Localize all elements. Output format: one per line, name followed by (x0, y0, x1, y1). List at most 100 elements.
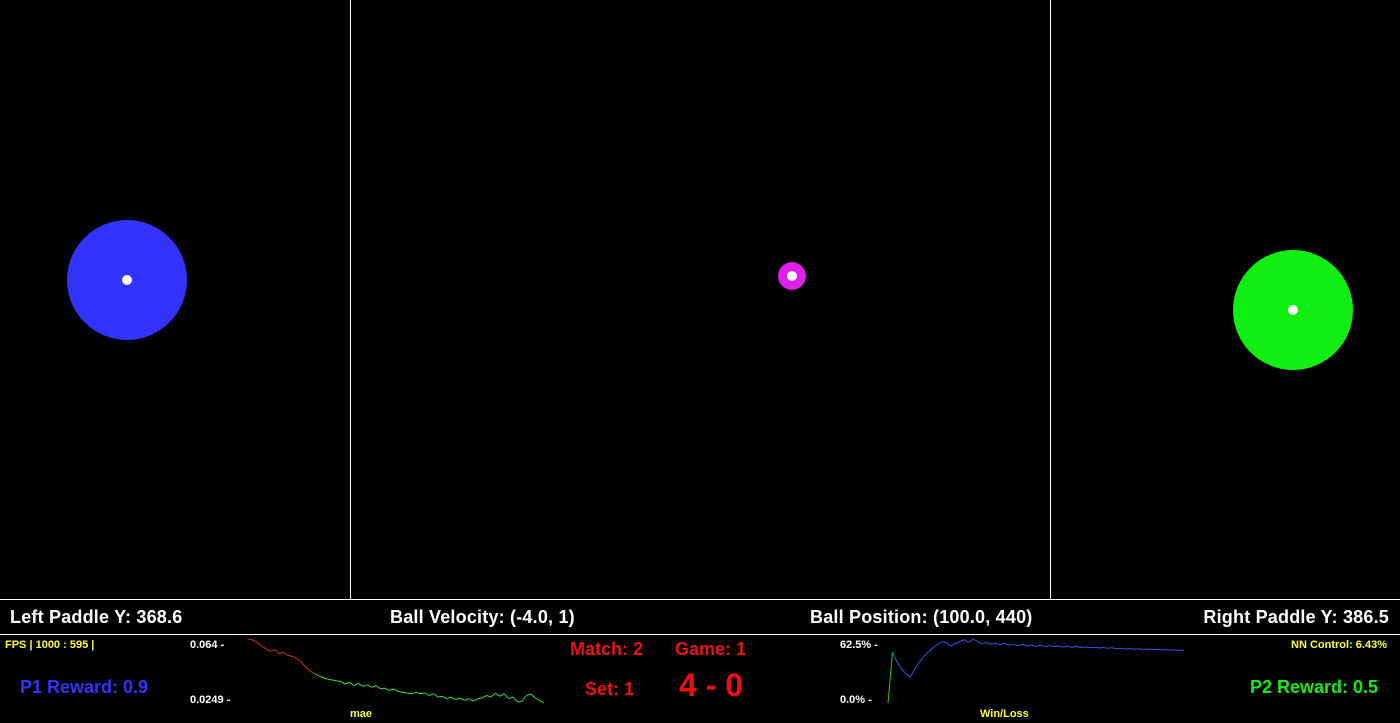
winloss-line-segment (1022, 644, 1028, 647)
winloss-line-segment (1089, 646, 1095, 649)
winloss-line-segment (941, 641, 947, 644)
point-score: 4 - 0 (679, 667, 744, 703)
winloss-line-segment (1166, 649, 1171, 651)
mae-line-segment (490, 692, 496, 698)
mae-line-segment (442, 695, 448, 700)
mae-line-segment (398, 690, 403, 693)
mae-line-segment (406, 692, 412, 695)
winloss-line-segment (1112, 647, 1117, 650)
match-counter: Match: 2 (570, 639, 644, 659)
mae-line-segment (450, 696, 456, 701)
winloss-line-segment (896, 661, 902, 670)
winloss-line-segment (1040, 644, 1046, 648)
mae-graph (247, 638, 545, 704)
mae-line-segment (336, 680, 341, 683)
mae-line-segment (473, 698, 478, 702)
left-paddle (67, 220, 187, 340)
mae-line-segment (411, 691, 417, 695)
winloss-line-segment (1134, 648, 1140, 650)
winloss-line-segment (982, 641, 987, 645)
winloss-line-segment (1035, 644, 1041, 647)
winloss-min-tick: 0.0% - (840, 694, 872, 706)
left-paddle-center-dot (122, 275, 132, 285)
winloss-line-segment (946, 642, 952, 647)
winloss-line-segment (892, 651, 898, 663)
mae-line-segment (389, 688, 394, 692)
mae-line-segment (508, 696, 514, 700)
fps-readout: FPS | 1000 : 595 | (5, 639, 95, 651)
mae-line-segment (495, 692, 501, 697)
game-screen: Left Paddle Y: 368.6 Ball Velocity: (-4.… (0, 0, 1400, 723)
mae-line-segment (314, 672, 319, 677)
winloss-line-segment (1103, 647, 1108, 649)
mae-line-segment (437, 695, 443, 698)
mae-line-segment (486, 695, 492, 698)
mae-line-segment (269, 649, 275, 652)
mae-line-segment (393, 688, 399, 692)
winloss-line-segment (1053, 645, 1059, 648)
winloss-line-segment (937, 641, 943, 645)
winloss-graph (887, 638, 1185, 704)
mae-line-segment (340, 681, 346, 685)
mae-line-segment (283, 651, 289, 656)
winloss-line-segment (1013, 643, 1019, 647)
winloss-line-segment (919, 656, 925, 663)
p1-reward: P1 Reward: 0.9 (20, 677, 149, 697)
winloss-line-segment (1058, 645, 1064, 648)
ball (778, 262, 806, 290)
winloss-line-segment (959, 639, 965, 643)
winloss-line-segment (1094, 646, 1099, 649)
winloss-line-segment (999, 643, 1005, 646)
mae-line-segment (530, 693, 536, 699)
winloss-max-tick: 62.5% - (840, 639, 878, 651)
left-paddle-y-readout: Left Paddle Y: 368.6 (10, 607, 183, 627)
mae-line-segment (512, 696, 518, 703)
mae-line-segment (521, 695, 527, 702)
mae-line-segment (517, 700, 522, 703)
mae-line-segment (247, 638, 253, 641)
winloss-line-segment (1085, 646, 1090, 649)
winloss-line-segment (1116, 647, 1122, 650)
winloss-line-segment (972, 638, 978, 643)
mae-line-segment (309, 670, 315, 674)
set-counter: Set: 1 (585, 679, 635, 699)
right-zone-divider (1050, 0, 1051, 599)
ball-velocity-readout: Ball Velocity: (-4.0, 1) (390, 607, 575, 627)
winloss-line-segment (1152, 648, 1158, 651)
mae-line-segment (358, 682, 364, 687)
winloss-line-segment (887, 651, 893, 704)
right-paddle (1233, 250, 1353, 370)
winloss-line-segment (909, 668, 916, 678)
mae-line-segment (362, 684, 368, 687)
mae-line-segment (428, 693, 434, 696)
mae-line-segment (345, 681, 350, 685)
mae-line-segment (534, 697, 540, 701)
winloss-line-segment (1080, 646, 1086, 648)
left-zone-divider (350, 0, 351, 599)
mae-line-segment (446, 696, 452, 700)
winloss-line-segment (977, 641, 983, 645)
winloss-line-segment (1049, 645, 1055, 648)
winloss-line-segment (1026, 644, 1032, 647)
mae-line-segment (256, 641, 262, 646)
playfield-bottom-border (0, 599, 1400, 600)
mae-line-segment (300, 661, 306, 668)
winloss-line-segment (932, 644, 938, 649)
winloss-line-segment (905, 673, 911, 678)
mae-line-segment (468, 698, 474, 702)
winloss-line-segment (1148, 648, 1153, 651)
mae-line-segment (305, 666, 311, 672)
right-paddle-y-readout: Right Paddle Y: 386.5 (1203, 607, 1389, 627)
mae-line-segment (327, 678, 332, 681)
winloss-line-segment (1004, 643, 1010, 646)
winloss-line-segment (955, 641, 961, 645)
mae-line-segment (415, 691, 421, 695)
mae-line-segment (287, 654, 293, 657)
winloss-line-segment (986, 641, 992, 645)
mae-line-segment (503, 693, 510, 700)
mae-line-segment (380, 687, 386, 690)
right-paddle-center-dot (1288, 305, 1298, 315)
mae-line-segment (252, 639, 258, 643)
winloss-line-segment (1121, 647, 1126, 650)
winloss-line-segment (1098, 647, 1104, 649)
